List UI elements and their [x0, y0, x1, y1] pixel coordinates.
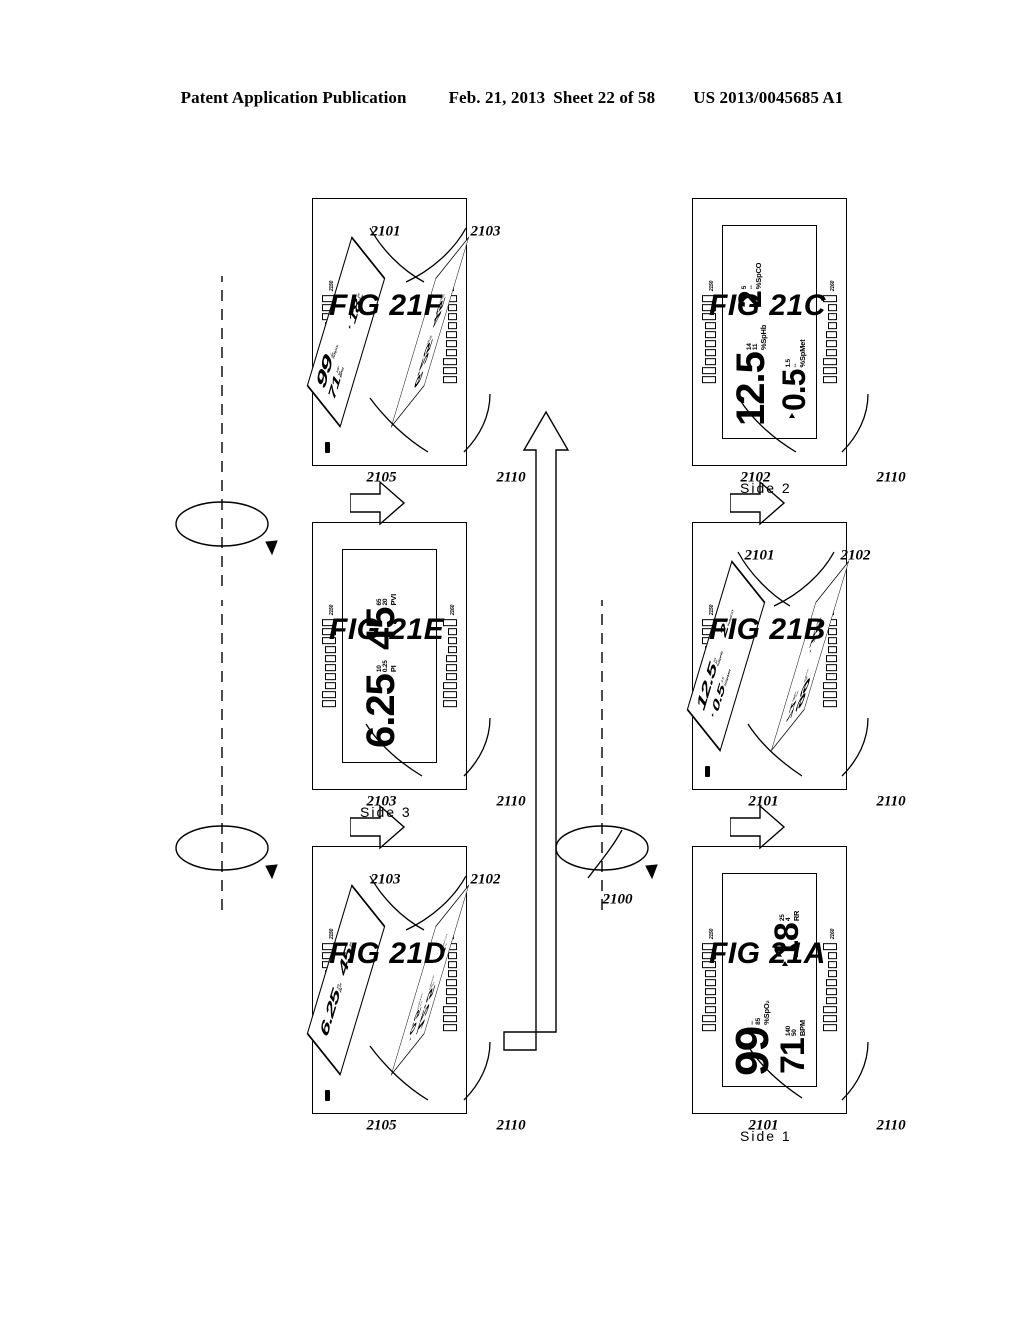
ref-2110-21a: 2110	[876, 1117, 906, 1134]
ref-2110-21f: 2110	[496, 469, 526, 486]
leader-line	[454, 392, 498, 456]
header-date: Feb. 21, 2013	[448, 88, 546, 107]
leader-line	[366, 1042, 432, 1104]
figure-caption-21e: FIG 21E	[329, 613, 445, 646]
ref-2110-21d: 2110	[496, 1117, 526, 1134]
ref-2103-21f: 2103	[470, 223, 501, 240]
leader-line	[400, 224, 470, 286]
header-publication: Patent Application Publication	[180, 88, 407, 107]
figure-caption-21f: FIG 21F	[329, 289, 443, 322]
ref-2102-21c: 2102	[740, 469, 771, 486]
ref-2105-21f: 2105	[366, 469, 397, 486]
ref-2101-21a: 2101	[748, 1117, 779, 1134]
ref-2102-21d: 2102	[470, 871, 501, 888]
ref-2110-21c: 2110	[876, 469, 906, 486]
leader-line	[400, 872, 470, 934]
leader-line	[744, 720, 806, 780]
leader-line	[736, 548, 794, 610]
rotation-axis	[157, 600, 287, 910]
figure-caption-21a: FIG 21A	[709, 937, 826, 970]
leader-line	[584, 824, 628, 882]
leader-line	[366, 394, 432, 456]
figure-caption-21b: FIG 21B	[709, 613, 826, 646]
leader-line	[454, 716, 498, 780]
leader-line	[362, 720, 426, 780]
rotation-axis	[157, 276, 287, 586]
leader-line	[832, 392, 876, 456]
leader-line	[832, 1040, 876, 1104]
header-sheet: Sheet 22 of 58	[553, 88, 656, 107]
ref-2101-21b-top: 2101	[748, 793, 779, 810]
ref-2100: 2100	[602, 891, 633, 908]
ref-2102-21b: 2102	[840, 547, 871, 564]
figure-caption-21c: FIG 21C	[709, 289, 826, 322]
header-patent-number: US 2013/0045685 A1	[693, 88, 844, 107]
ref-2105-21d: 2105	[366, 1117, 397, 1134]
leader-line	[744, 1044, 806, 1104]
ref-2110-21e: 2110	[496, 793, 526, 810]
page-header: Patent Application Publication Feb. 21, …	[0, 88, 1024, 108]
drawing-stage: 2150 2160 99 -- 85 %SpO₂ 71 140 50 BPM 18 25 4 RR 2150…	[132, 170, 906, 1150]
ref-2103-21e: 2103	[366, 793, 397, 810]
ref-2110-21b: 2110	[876, 793, 906, 810]
leader-line	[832, 716, 876, 780]
figure-caption-21d: FIG 21D	[329, 937, 446, 970]
leader-line	[454, 1040, 498, 1104]
leader-line	[736, 396, 800, 456]
